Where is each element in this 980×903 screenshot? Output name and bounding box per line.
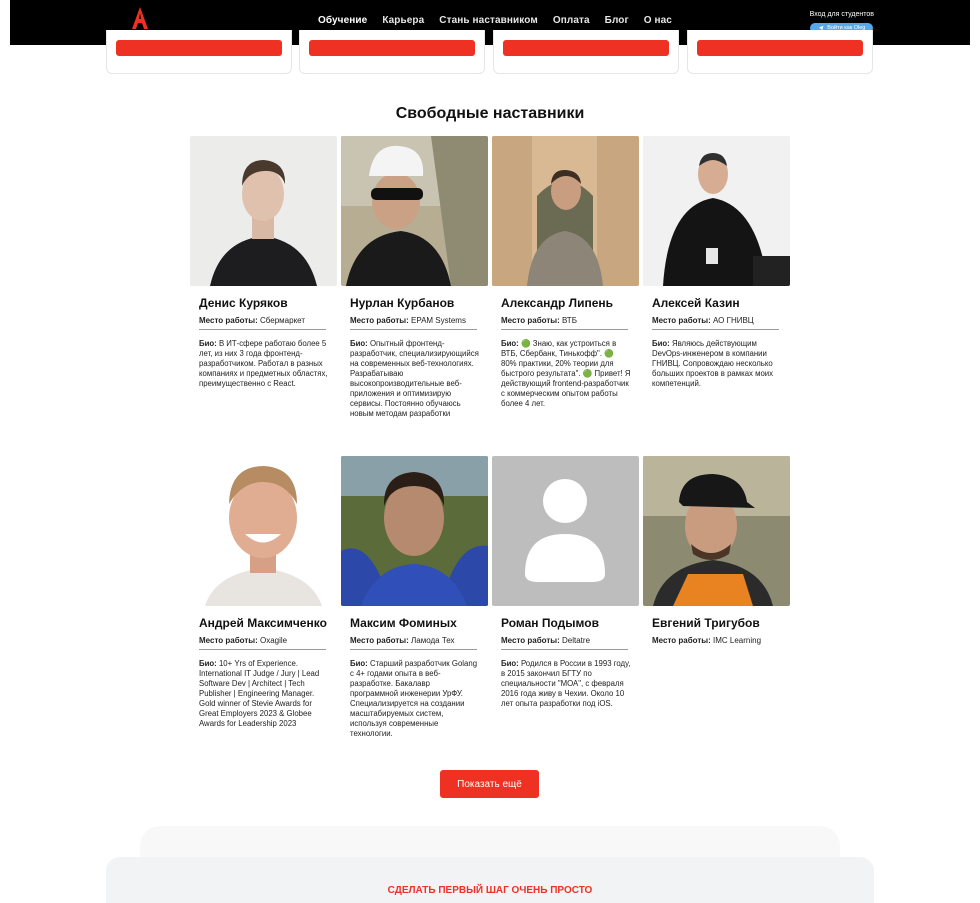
mentor-card[interactable]: Александр Липень Место работы: ВТБ Био: … [492,136,639,426]
course-card-button[interactable] [697,40,863,56]
course-card [299,30,485,74]
mentor-workplace: Место работы: АО ГНИВЦ [652,316,779,330]
show-more-button[interactable]: Показать ещё [440,770,539,798]
mentor-name: Максим Фоминых [350,616,457,630]
mentor-workplace-value: АО ГНИВЦ [713,316,754,325]
bio-label: Био: [501,339,519,348]
work-label: Место работы: [652,636,711,645]
mentor-bio-text: 🟢 Знаю, как устроиться в ВТБ, Сбербанк, … [501,339,631,408]
mentor-name: Евгений Тригубов [652,616,760,630]
bio-label: Био: [501,659,519,668]
bio-label: Био: [652,339,670,348]
first-step-section [106,857,874,903]
mentor-workplace-value: Сбермаркет [260,316,306,325]
mentor-bio: Био: В ИТ-сфере работаю более 5 лет, из … [199,339,329,426]
course-card-button[interactable] [503,40,669,56]
mentor-bio-text: Старший разработчик Golang с 4+ годами о… [350,659,478,738]
mentor-bio: Био: Являюсь действующим DevOps-инженеро… [652,339,782,426]
mentor-card[interactable]: Денис Куряков Место работы: Сбермаркет Б… [190,136,337,426]
mentor-bio: Био: 10+ Yrs of Experience. Internationa… [199,659,329,736]
mentor-workplace-value: EPAM Systems [411,316,466,325]
mentor-bio: Био: 🟢 Знаю, как устроиться в ВТБ, Сберб… [501,339,631,426]
course-card [106,30,292,74]
mentor-workplace: Место работы: Oxagile [199,636,326,650]
nav-item-payment[interactable]: Оплата [553,15,590,26]
mentor-card[interactable]: Нурлан Курбанов Место работы: EPAM Syste… [341,136,488,426]
mentor-card[interactable]: Евгений Тригубов Место работы: IMC Learn… [643,456,790,649]
section-title: Свободные наставники [395,105,585,122]
mentor-card[interactable]: Роман Подымов Место работы: Deltatre Био… [492,456,639,746]
mentor-photo [190,456,337,606]
course-card-button[interactable] [116,40,282,56]
work-label: Место работы: [652,316,711,325]
work-label: Место работы: [199,636,258,645]
mentor-bio-text: Являюсь действующим DevOps-инженером в к… [652,339,774,388]
mentor-name: Нурлан Курбанов [350,296,455,310]
bio-label: Био: [199,339,217,348]
mentor-bio-text: Опытный фронтенд-разработчик, специализи… [350,339,479,418]
mentor-photo-placeholder [492,456,639,606]
mentor-name: Алексей Казин [652,296,740,310]
mentor-name: Андрей Максимченко [199,616,327,630]
mentor-photo [643,456,790,606]
bio-label: Био: [350,659,368,668]
main-nav: Обучение Карьера Стань наставником Оплат… [318,15,672,26]
mentor-card[interactable]: Андрей Максимченко Место работы: Oxagile… [190,456,337,736]
mentor-card[interactable]: Алексей Казин Место работы: АО ГНИВЦ Био… [643,136,790,426]
course-card [687,30,873,74]
mentor-bio-text: В ИТ-сфере работаю более 5 лет, из них 3… [199,339,328,388]
mentor-name: Денис Куряков [199,296,288,310]
bio-label: Био: [199,659,217,668]
mentor-bio-text: 10+ Yrs of Experience. International IT … [199,659,320,728]
mentor-photo [643,136,790,286]
work-label: Место работы: [501,316,560,325]
mentor-card[interactable]: Максим Фоминых Место работы: Ламода Тех … [341,456,488,746]
nav-item-become-mentor[interactable]: Стань наставником [439,15,538,26]
work-label: Место работы: [199,316,258,325]
mentor-workplace: Место работы: ВТБ [501,316,628,330]
mentor-workplace: Место работы: Ламода Тех [350,636,477,650]
work-label: Место работы: [350,636,409,645]
mentor-photo [341,456,488,606]
mentor-name: Роман Подымов [501,616,599,630]
nav-item-blog[interactable]: Блог [605,15,629,26]
work-label: Место работы: [350,316,409,325]
mentor-workplace-value: Ламода Тех [411,636,455,645]
mentor-photo [190,136,337,286]
mentor-bio: Био: Опытный фронтенд-разработчик, специ… [350,339,480,426]
course-card-button[interactable] [309,40,475,56]
mentor-workplace: Место работы: Deltatre [501,636,628,650]
bio-label: Био: [350,339,368,348]
mentor-workplace-value: ВТБ [562,316,577,325]
mentor-photo [341,136,488,286]
mentor-bio: Био: Родился в России в 1993 году, в 201… [501,659,631,746]
first-step-heading: СДЕЛАТЬ ПЕРВЫЙ ШАГ ОЧЕНЬ ПРОСТО [387,885,593,896]
mentor-bio-text: Родился в России в 1993 году, в 2015 зак… [501,659,631,708]
mentor-workplace-value: IMC Learning [713,636,762,645]
nav-item-about[interactable]: О нас [644,15,672,26]
avatar-placeholder-icon [492,456,639,606]
mentor-workplace: Место работы: EPAM Systems [350,316,477,330]
mentor-bio: Био: Старший разработчик Golang с 4+ год… [350,659,480,746]
course-card [493,30,679,74]
nav-item-learning[interactable]: Обучение [318,15,367,26]
mentor-workplace-value: Oxagile [260,636,288,645]
mentor-workplace: Место работы: Сбермаркет [199,316,326,330]
nav-item-career[interactable]: Карьера [382,15,424,26]
login-label: Вход для студентов [809,11,874,18]
mentor-name: Александр Липень [501,296,614,310]
mentor-photo [492,136,639,286]
work-label: Место работы: [501,636,560,645]
mentor-workplace-value: Deltatre [562,636,591,645]
mentor-workplace: Место работы: IMC Learning [652,636,779,649]
